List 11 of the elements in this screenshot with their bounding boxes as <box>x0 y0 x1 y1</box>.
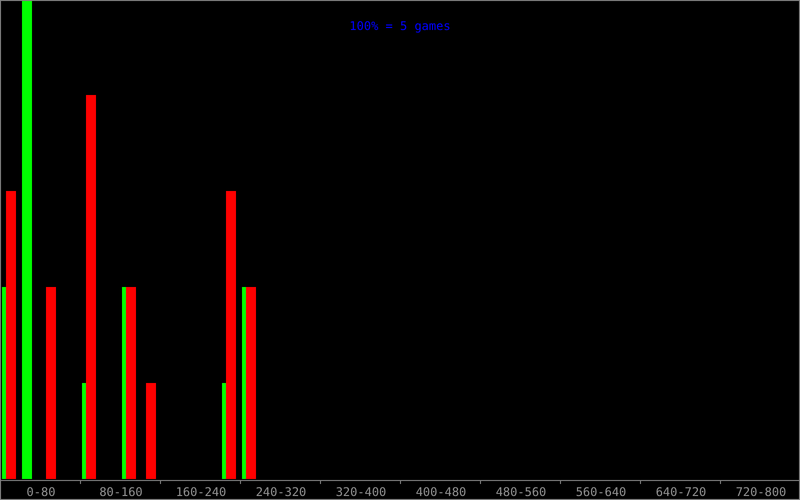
axis-label: 160-240 <box>176 485 226 499</box>
axis-label: 320-400 <box>336 485 386 499</box>
chart-title: 100% = 5 games <box>349 19 451 33</box>
axis-label: 640-720 <box>656 485 706 499</box>
axis-label: 0-80 <box>26 485 56 499</box>
axis-label: 480-560 <box>496 485 546 499</box>
axis-label: 240-320 <box>256 485 306 499</box>
axis-label: 400-480 <box>416 485 466 499</box>
axis-label: 720-800 <box>736 485 786 499</box>
axis-label: 80-160 <box>99 485 143 499</box>
axis-label: 560-640 <box>576 485 626 499</box>
